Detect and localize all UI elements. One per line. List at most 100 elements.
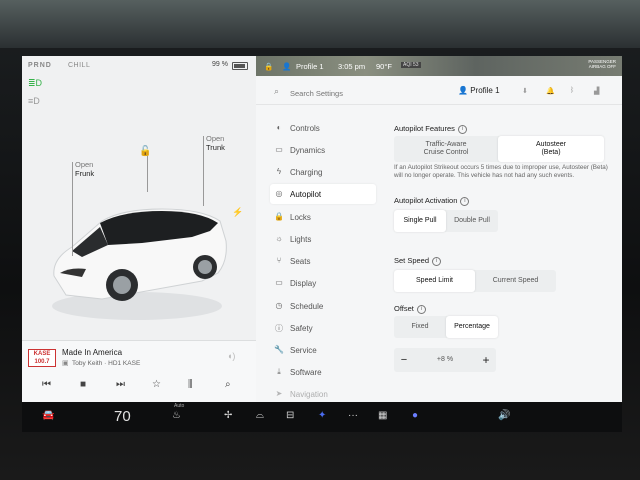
open-trunk-label[interactable]: Open Trunk [206, 134, 225, 152]
unlock-icon[interactable]: 🔓 [139, 146, 151, 157]
option-speed-limit[interactable]: Speed Limit [394, 270, 475, 292]
info-icon[interactable]: i [460, 196, 470, 206]
search-media-icon[interactable]: ⌕ [225, 379, 231, 390]
stop-icon[interactable]: ■ [80, 379, 86, 390]
strikeout-warning: If an Autopilot Strikeout occurs 5 times… [394, 164, 608, 179]
nav-item-locks[interactable]: 🔒 Locks [270, 207, 376, 227]
map-status-bar: 🔒 👤 Profile 1 3:05 pm 90°F AQI 53 PASSEN… [256, 56, 622, 76]
profile-button[interactable]: 👤 Profile 1 [458, 86, 500, 95]
offset-selector: Fixed Percentage [394, 316, 498, 338]
shield-icon: ⓘ [275, 324, 283, 333]
option-current-speed[interactable]: Current Speed [475, 270, 556, 292]
info-icon[interactable]: i [457, 124, 467, 134]
air-quality: AQI 53 [401, 62, 421, 68]
radio-icon: ▣ [62, 360, 69, 367]
car-panel: PRND CHILL 99 % ≣D ≡D Open Frunk Open Trun… [22, 56, 257, 402]
nav-item-schedule[interactable]: ◷ Schedule [270, 296, 376, 316]
download-icon: ⤓ [277, 367, 281, 376]
trunk-leader-line [203, 136, 204, 206]
option-single-pull[interactable]: Single Pull [394, 210, 446, 232]
offset-title: Offset i [394, 304, 426, 314]
nav-item-service[interactable]: 🔧 Service [270, 340, 376, 360]
seat-heater-icon[interactable]: ♨ [172, 410, 181, 421]
offset-value: +8 % [436, 356, 454, 363]
clock: 3:05 pm [338, 62, 366, 71]
station-logo: KASE 100.7 [28, 349, 56, 367]
front-defrost-icon[interactable]: ⌓ [256, 410, 264, 421]
steering-wheel-icon: ◎ [275, 189, 283, 198]
option-percentage[interactable]: Percentage [446, 316, 498, 338]
navigation-icon: ➤ [275, 389, 283, 398]
status-bar: PRND CHILL 99 % [22, 56, 256, 76]
windshield-area [0, 0, 640, 48]
camera-icon[interactable]: ● [412, 410, 418, 421]
nav-item-autopilot[interactable]: ◎ Autopilot [270, 184, 376, 204]
nav-item-software[interactable]: ⤓ Software [270, 362, 376, 382]
next-icon[interactable]: ⏭ [116, 379, 125, 390]
battery-icon [232, 62, 248, 70]
favorite-icon[interactable]: ☆ [152, 379, 161, 390]
nav-item-controls[interactable]: ◐ Controls [270, 118, 376, 138]
frunk-leader-line [72, 162, 73, 256]
navigation-app-icon[interactable]: ✦ [318, 410, 326, 421]
features-title: Autopilot Features i [394, 124, 467, 134]
headlight-icon: ≣D [28, 78, 43, 88]
plus-button[interactable]: + [476, 348, 496, 372]
bell-icon[interactable]: 🔔 [546, 87, 555, 95]
wrench-icon: 🔧 [274, 345, 284, 354]
car-icon[interactable]: 🚘 [42, 410, 54, 421]
info-icon[interactable]: i [416, 304, 426, 314]
auto-climate-label: Auto [174, 403, 185, 409]
climate-bar: 🚘 70 Auto ♨ ✢ ⌓ ⊟ ✦ ··· ▦ ● 🔊 [22, 402, 622, 432]
nav-item-navigation[interactable]: ➤ Navigation [270, 384, 376, 402]
nav-item-seats[interactable]: ⑂ Seats [270, 251, 376, 271]
nav-item-dynamics[interactable]: ▭ Dynamics [270, 140, 376, 160]
passenger-airbag-status: PASSENGER AIRBAG OFF [588, 59, 616, 69]
option-traffic-aware-cruise[interactable]: Traffic-Aware Cruise Control [394, 136, 498, 162]
nav-item-safety[interactable]: ⓘ Safety [270, 318, 376, 338]
display-icon: ▭ [275, 278, 283, 287]
lte-signal-icon: ▟ [594, 88, 600, 95]
lock-leader-line [147, 156, 148, 192]
minus-button[interactable]: − [394, 348, 414, 372]
more-icon[interactable]: ··· [348, 410, 358, 421]
bluetooth-icon[interactable]: ᛒ [570, 87, 574, 94]
option-double-pull[interactable]: Double Pull [446, 210, 498, 232]
fan-icon[interactable]: ✢ [224, 410, 232, 421]
media-player: KASE 100.7 Made In America ▣ Toby Keith … [22, 340, 256, 402]
nav-item-charging[interactable]: ϟ Charging [270, 162, 376, 182]
settings-panel: 🔒 👤 Profile 1 3:05 pm 90°F AQI 53 PASSEN… [256, 56, 622, 402]
nav-item-lights[interactable]: ☼ Lights [270, 229, 376, 249]
map-profile[interactable]: Profile 1 [296, 62, 324, 71]
option-autosteer[interactable]: Autosteer (Beta) [498, 136, 604, 162]
previous-icon[interactable]: ⏮ [42, 379, 51, 390]
charge-port-icon[interactable]: ⚡ [232, 207, 243, 218]
gear-selector: PRND [28, 62, 52, 69]
song-title: Made In America [62, 348, 123, 357]
cabin-temperature[interactable]: 70 [114, 408, 131, 425]
car-icon: ▭ [275, 145, 283, 154]
drive-mode: CHILL [68, 62, 91, 69]
battery-percent: 99 % [212, 61, 228, 68]
driver-icon: 👤 [282, 62, 292, 71]
activation-title: Autopilot Activation i [394, 196, 470, 206]
rear-defrost-icon[interactable]: ⊟ [286, 410, 294, 421]
option-fixed[interactable]: Fixed [394, 316, 446, 338]
search-icon: ⌕ [274, 86, 280, 96]
download-icon[interactable]: ⬇ [522, 87, 528, 95]
nav-item-display[interactable]: ▭ Display [270, 273, 376, 293]
artist-name: Toby Keith · HD1 KASE [72, 360, 141, 367]
activation-selector: Single Pull Double Pull [394, 210, 498, 232]
light-icon: ☼ [275, 234, 283, 243]
lock-status-icon: 🔒 [264, 62, 274, 71]
open-frunk-label[interactable]: Open Frunk [75, 160, 94, 178]
outside-temp: 90°F [376, 62, 392, 71]
info-icon[interactable]: i [432, 256, 442, 266]
toybox-icon[interactable]: ▦ [378, 410, 387, 421]
set-speed-selector: Speed Limit Current Speed [394, 270, 556, 292]
bolt-icon: ϟ [276, 167, 282, 176]
search-input[interactable] [288, 85, 392, 101]
equalizer-icon[interactable]: ⫼ [188, 379, 193, 390]
volume-icon[interactable]: 🔊 [498, 410, 510, 421]
lock-icon: 🔒 [274, 212, 284, 221]
